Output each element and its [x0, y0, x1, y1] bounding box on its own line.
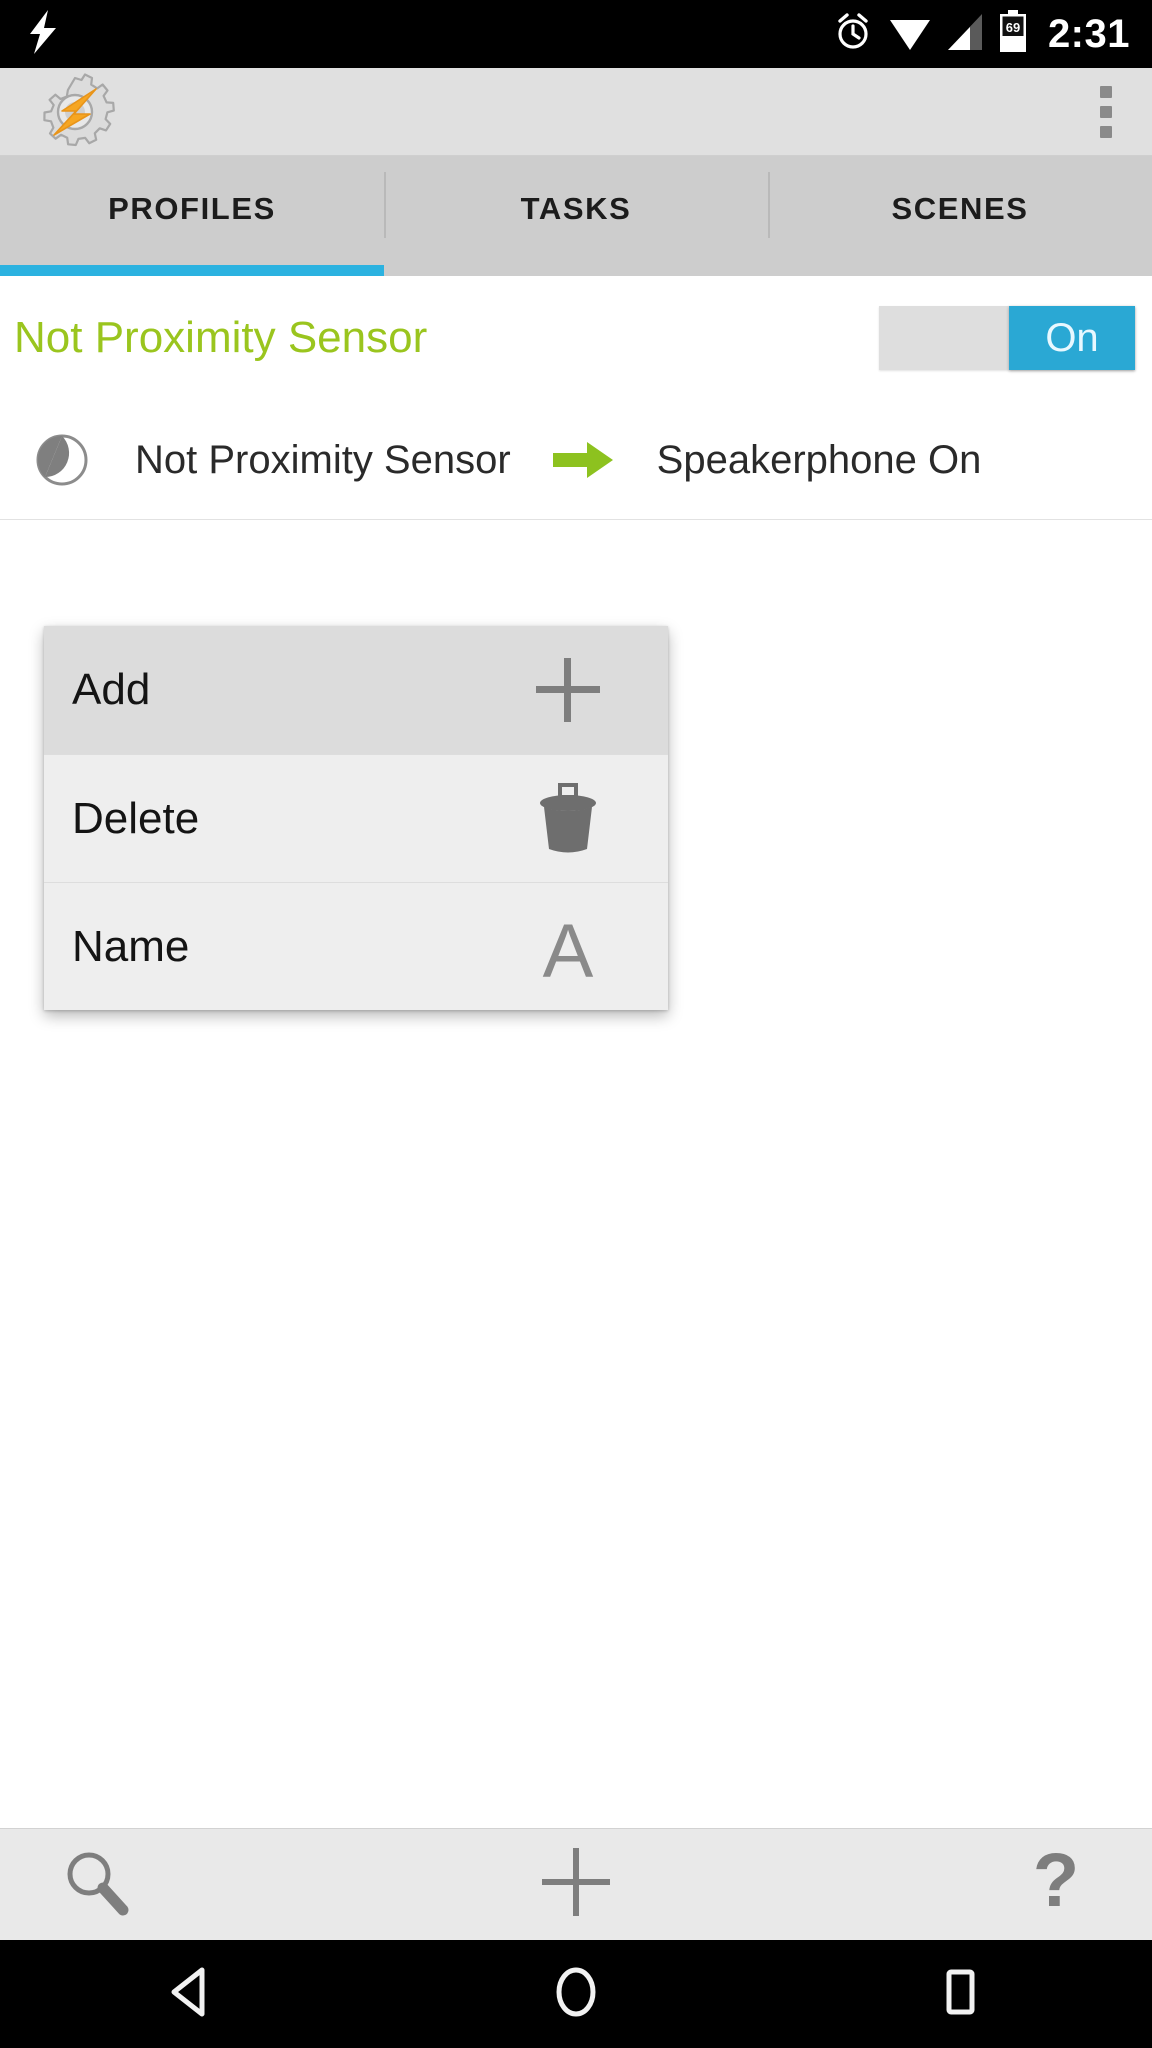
- status-bar-right: 69 2:31: [832, 9, 1130, 59]
- context-menu-add-label: Add: [72, 665, 151, 714]
- tab-tasks-label: TASKS: [520, 191, 632, 226]
- half-filled-circle-icon: [35, 433, 89, 487]
- home-button[interactable]: [384, 1940, 768, 2048]
- tab-profiles[interactable]: PROFILES: [0, 156, 384, 276]
- battery-icon: 69: [998, 9, 1028, 59]
- tab-scenes-label: SCENES: [891, 191, 1029, 226]
- plus-icon: [530, 652, 606, 728]
- profile-task-label: Speakerphone On: [656, 437, 982, 482]
- letter-a-icon: A: [530, 909, 606, 985]
- context-menu: Add Delete Name A: [44, 626, 668, 1010]
- android-navigation-bar: [0, 1940, 1152, 2048]
- profile-title[interactable]: Not Proximity Sensor: [14, 316, 427, 360]
- trash-icon: [530, 781, 606, 857]
- context-menu-item-delete[interactable]: Delete: [44, 754, 668, 882]
- add-profile-button[interactable]: [192, 1829, 960, 1941]
- overflow-dot: [1100, 125, 1112, 138]
- home-circle-icon: [548, 1964, 604, 2025]
- status-bar: 69 2:31: [0, 0, 1152, 68]
- profile-header: Not Proximity Sensor On: [0, 276, 1152, 400]
- tasker-gear-bolt-logo: [34, 71, 116, 153]
- overflow-menu-icon[interactable]: [1100, 85, 1112, 138]
- back-button[interactable]: [0, 1940, 384, 2048]
- svg-text:?: ?: [1033, 1844, 1079, 1920]
- alarm-clock-icon: [832, 11, 874, 58]
- tab-tasks[interactable]: TASKS: [384, 156, 768, 276]
- app-bar: [0, 68, 1152, 156]
- tab-active-indicator: [0, 265, 384, 276]
- recents-button[interactable]: [768, 1940, 1152, 2048]
- svg-text:A: A: [543, 909, 594, 985]
- context-menu-item-add[interactable]: Add: [44, 626, 668, 754]
- context-menu-item-name[interactable]: Name A: [44, 882, 668, 1010]
- bottom-toolbar: ?: [0, 1828, 1152, 1940]
- overflow-dot: [1100, 85, 1112, 98]
- context-menu-delete-label: Delete: [72, 793, 200, 843]
- profile-enable-toggle[interactable]: On: [879, 306, 1135, 370]
- green-right-arrow-icon: [552, 438, 615, 482]
- question-mark-icon: ?: [1026, 1838, 1086, 1925]
- search-button[interactable]: [0, 1829, 192, 1941]
- wifi-icon: [888, 12, 932, 57]
- status-bar-clock: 2:31: [1047, 12, 1130, 56]
- overflow-dot: [1100, 105, 1112, 118]
- context-menu-name-label: Name: [72, 921, 190, 971]
- lightning-bolt-icon: [26, 9, 60, 59]
- tab-profiles-label: PROFILES: [108, 191, 276, 226]
- back-triangle-icon: [164, 1964, 220, 2025]
- status-bar-left: [26, 9, 60, 59]
- plus-icon: [538, 1844, 614, 1925]
- cell-signal-icon: [946, 12, 984, 57]
- profile-context-label: Not Proximity Sensor: [135, 437, 511, 482]
- profile-row[interactable]: Not Proximity Sensor Speakerphone On: [0, 400, 1152, 520]
- recents-square-icon: [932, 1964, 988, 2025]
- toggle-label: On: [1045, 316, 1099, 360]
- tab-bar: PROFILES TASKS SCENES: [0, 156, 1152, 276]
- tab-scenes[interactable]: SCENES: [768, 156, 1152, 276]
- toggle-thumb: On: [1009, 306, 1135, 370]
- svg-text:69: 69: [1006, 20, 1020, 35]
- help-button[interactable]: ?: [960, 1829, 1152, 1941]
- android-screen: 69 2:31 PROFILES TASKS SCENES Not Proxim…: [0, 0, 1152, 2048]
- search-icon: [60, 1846, 132, 1923]
